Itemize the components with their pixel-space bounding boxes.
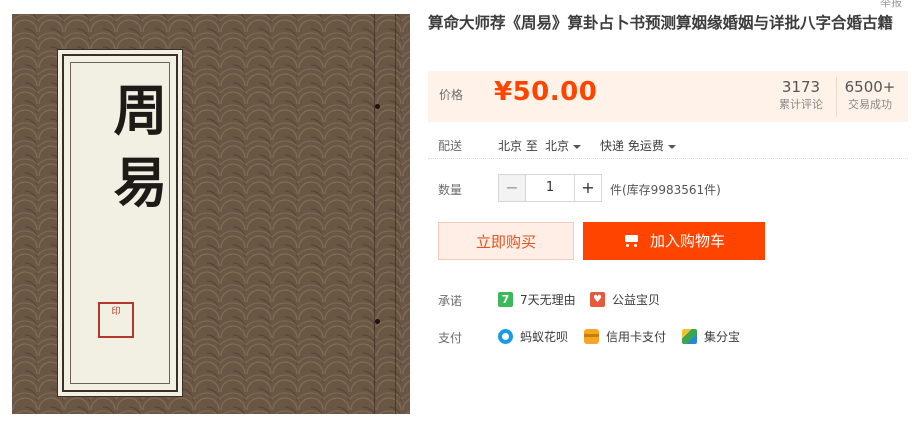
add-to-cart-button[interactable]: 加入购物车 [583,222,765,260]
promise-seven-days-text: 7天无理由 [520,293,576,307]
stat-divider [836,77,837,117]
review-count-number: 3173 [781,78,821,96]
jifenbao-icon [682,329,697,344]
decrease-quantity-button[interactable]: − [498,174,526,202]
divider [428,158,908,159]
shipping-label: 配送 [438,139,463,153]
payment-huabei-text: 蚂蚁花呗 [520,330,569,344]
sales-count-caption: 交易成功 [848,98,892,111]
chevron-down-icon [573,144,582,149]
cart-icon [623,234,641,247]
product-title: 算命大师荐《周易》算卦占卜书预测算姻缘婚姻与详批八字合婚古籍 [428,14,894,32]
shipping-method-text: 快递 免运费 [600,139,664,153]
price-label: 价格 [439,88,464,102]
payment-credit-card-text: 信用卡支付 [606,330,667,344]
review-count[interactable]: 3173 累计评论 [770,77,832,113]
payment-label: 支付 [438,331,463,345]
shipping-method-select[interactable]: 快递 免运费 [600,137,676,154]
seven-days-icon: 7 [498,292,513,307]
increase-quantity-button[interactable]: + [574,174,602,202]
quantity-label: 数量 [438,183,463,197]
quantity-input[interactable]: 1 [526,174,574,202]
report-link[interactable]: 举报 [880,0,902,10]
promise-label: 承诺 [438,294,463,308]
book-cover-title: 周易 [104,82,168,226]
add-to-cart-label: 加入购物车 [649,232,725,250]
payment-jifenbao[interactable]: 集分宝 [682,328,740,345]
promise-charity[interactable]: 公益宝贝 [590,291,660,308]
book-cover-label: 周易 印 [62,54,178,392]
chevron-down-icon [667,144,676,149]
promise-seven-days[interactable]: 7 7天无理由 [498,291,576,308]
sales-count-number: 6500+ [844,78,896,96]
seal-stamp: 印 [98,302,134,338]
binding-hole [375,104,380,109]
stock-info: 件(库存9983561件) [610,183,721,197]
book-binding-line [374,14,375,414]
buy-now-button[interactable]: 立即购买 [438,222,574,260]
product-image[interactable]: 周易 印 [12,14,410,414]
huabei-icon [498,329,513,344]
payment-credit-card[interactable]: 信用卡支付 [584,328,666,345]
price-value: ¥50.00 [494,77,598,107]
sales-count: 6500+ 交易成功 [840,77,900,113]
review-count-caption: 累计评论 [779,98,823,111]
binding-hole [375,319,380,324]
shipping-destination-text: 北京 [545,139,570,153]
credit-card-icon [584,329,599,344]
payment-jifenbao-text: 集分宝 [704,330,741,344]
book-binding-line [395,14,396,414]
promise-charity-text: 公益宝贝 [612,293,661,307]
quantity-stepper: − 1 + [498,174,602,202]
charity-icon [590,292,605,307]
shipping-from: 北京 至 [498,139,538,153]
payment-huabei[interactable]: 蚂蚁花呗 [498,328,568,345]
price-panel: 价格 ¥50.00 3173 累计评论 6500+ 交易成功 [428,71,908,122]
shipping-destination-select[interactable]: 北京 [545,137,582,154]
